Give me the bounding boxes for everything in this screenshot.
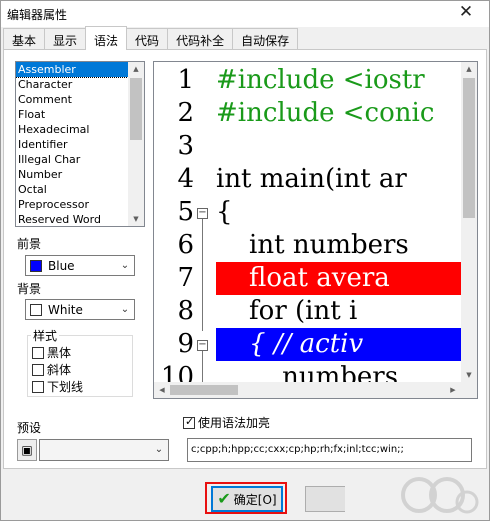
scroll-left-icon[interactable]: ◀ xyxy=(154,383,170,397)
chevron-down-icon[interactable]: ⌄ xyxy=(119,257,131,275)
code-line: int numbers xyxy=(216,230,409,260)
background-value: White xyxy=(48,303,83,317)
list-item[interactable]: Comment xyxy=(16,92,144,107)
list-item[interactable]: Assembler xyxy=(16,62,144,78)
foreground-label: 前景 xyxy=(17,237,42,251)
list-scroll-thumb[interactable] xyxy=(130,78,142,140)
syntax-highlight-label: 使用语法加亮 xyxy=(198,416,271,430)
watermark-logo xyxy=(401,477,479,514)
tab-code[interactable]: 代码 xyxy=(126,28,169,50)
fold-toggle-icon[interactable]: − xyxy=(197,208,208,219)
tab-syntax[interactable]: 语法 xyxy=(85,26,128,50)
scroll-down-icon[interactable]: ▼ xyxy=(128,212,144,226)
list-item[interactable]: Number xyxy=(16,167,144,182)
line-number: 4 xyxy=(177,164,194,194)
fold-toggle-icon[interactable]: − xyxy=(197,340,208,351)
fold-line xyxy=(202,219,203,331)
fold-line xyxy=(202,351,203,382)
close-icon[interactable]: ✕ xyxy=(457,2,475,22)
list-item[interactable]: Preprocessor xyxy=(16,197,144,212)
preset-save-icon[interactable]: ▣ xyxy=(17,439,37,461)
list-item[interactable]: Identifier xyxy=(16,137,144,152)
style-group-title: 样式 xyxy=(31,327,60,344)
tab-code-completion[interactable]: 代码补全 xyxy=(167,28,234,50)
checkbox-box[interactable] xyxy=(32,346,44,359)
scroll-down-icon[interactable]: ▼ xyxy=(461,368,477,382)
line-number: 5 xyxy=(177,197,194,227)
editor-properties-dialog: 编辑器属性 ✕ 基本 显示 语法 代码 代码补全 自动保存 Assembler … xyxy=(0,0,490,521)
list-item[interactable]: Hexadecimal xyxy=(16,122,144,137)
scroll-corner xyxy=(461,382,477,398)
list-item[interactable]: Illegal Char xyxy=(16,152,144,167)
list-item[interactable]: Character xyxy=(16,77,144,92)
checkbox-box[interactable] xyxy=(32,363,44,376)
syntax-preview-editor[interactable]: 1 2 3 4 5 6 7 8 9 10 − − #include <iostr… xyxy=(153,61,478,399)
line-number: 1 xyxy=(177,65,194,95)
enable-syntax-highlight-checkbox[interactable]: 使用语法加亮 xyxy=(183,414,270,431)
line-number: 3 xyxy=(177,131,194,161)
tab-display[interactable]: 显示 xyxy=(44,28,87,50)
code-line: for (int i xyxy=(216,296,366,326)
background-color-select[interactable]: White ⌄ xyxy=(25,299,135,320)
code-line-error-highlight: float avera xyxy=(216,262,462,295)
editor-vscroll-thumb[interactable] xyxy=(463,78,475,218)
tab-basic[interactable]: 基本 xyxy=(3,28,46,50)
tab-autosave[interactable]: 自动保存 xyxy=(232,28,299,50)
italic-label: 斜体 xyxy=(47,363,72,377)
chevron-down-icon[interactable]: ⌄ xyxy=(119,301,131,319)
scroll-right-icon[interactable]: ▶ xyxy=(445,383,461,397)
foreground-color-select[interactable]: Blue ⌄ xyxy=(25,255,135,276)
chevron-down-icon[interactable]: ⌄ xyxy=(153,441,165,459)
code-area[interactable]: #include <iostr #include <conic int main… xyxy=(216,62,462,382)
syntax-element-list[interactable]: Assembler Character Comment Float Hexade… xyxy=(15,61,145,227)
checkbox-box[interactable] xyxy=(32,380,44,393)
list-scrollbar[interactable]: ▲ ▼ xyxy=(128,62,144,226)
line-number: 2 xyxy=(177,98,194,128)
preset-label: 预设 xyxy=(17,421,42,435)
code-line: { xyxy=(216,197,233,227)
code-line: #include <iostr xyxy=(216,65,425,95)
code-line: #include <conic xyxy=(216,98,435,128)
bold-label: 黑体 xyxy=(47,346,72,360)
scroll-up-icon[interactable]: ▲ xyxy=(461,62,477,76)
checkbox-checked[interactable] xyxy=(183,415,195,429)
underline-label: 下划线 xyxy=(47,380,84,394)
line-number: 7 xyxy=(177,263,194,293)
cancel-button-partial[interactable] xyxy=(305,486,345,512)
highlight-annotation-frame xyxy=(205,482,287,514)
line-number: 9 xyxy=(177,329,194,359)
editor-horizontal-scrollbar[interactable]: ◀ ▶ xyxy=(154,382,461,398)
editor-vertical-scrollbar[interactable]: ▲ ▼ xyxy=(461,62,477,382)
editor-hscroll-thumb[interactable] xyxy=(170,385,238,395)
background-swatch xyxy=(30,304,42,316)
tab-bar: 基本 显示 语法 代码 代码补全 自动保存 xyxy=(3,26,299,50)
line-number-gutter: 1 2 3 4 5 6 7 8 9 10 − − xyxy=(154,62,212,392)
foreground-swatch xyxy=(30,260,42,272)
code-line: numbers xyxy=(216,362,399,382)
window-title: 编辑器属性 xyxy=(7,8,68,22)
code-line: int main(int ar xyxy=(216,164,407,194)
bold-checkbox[interactable]: 黑体 xyxy=(32,344,71,361)
underline-checkbox[interactable]: 下划线 xyxy=(32,378,83,395)
list-item[interactable]: Octal xyxy=(16,182,144,197)
code-line-active-highlight: { // activ xyxy=(216,328,462,361)
file-extensions-input[interactable]: c;cpp;h;hpp;cc;cxx;cp;hp;rh;fx;inl;tcc;w… xyxy=(187,438,472,462)
title-bar: 编辑器属性 ✕ xyxy=(1,1,489,27)
line-number: 6 xyxy=(177,230,194,260)
background-label: 背景 xyxy=(17,282,42,296)
list-item[interactable]: Float xyxy=(16,107,144,122)
foreground-value: Blue xyxy=(48,259,75,273)
line-number: 8 xyxy=(177,296,194,326)
scroll-up-icon[interactable]: ▲ xyxy=(128,62,144,76)
preset-select[interactable]: ⌄ xyxy=(39,439,169,461)
list-item[interactable]: Reserved Word xyxy=(16,212,144,226)
italic-checkbox[interactable]: 斜体 xyxy=(32,361,71,378)
